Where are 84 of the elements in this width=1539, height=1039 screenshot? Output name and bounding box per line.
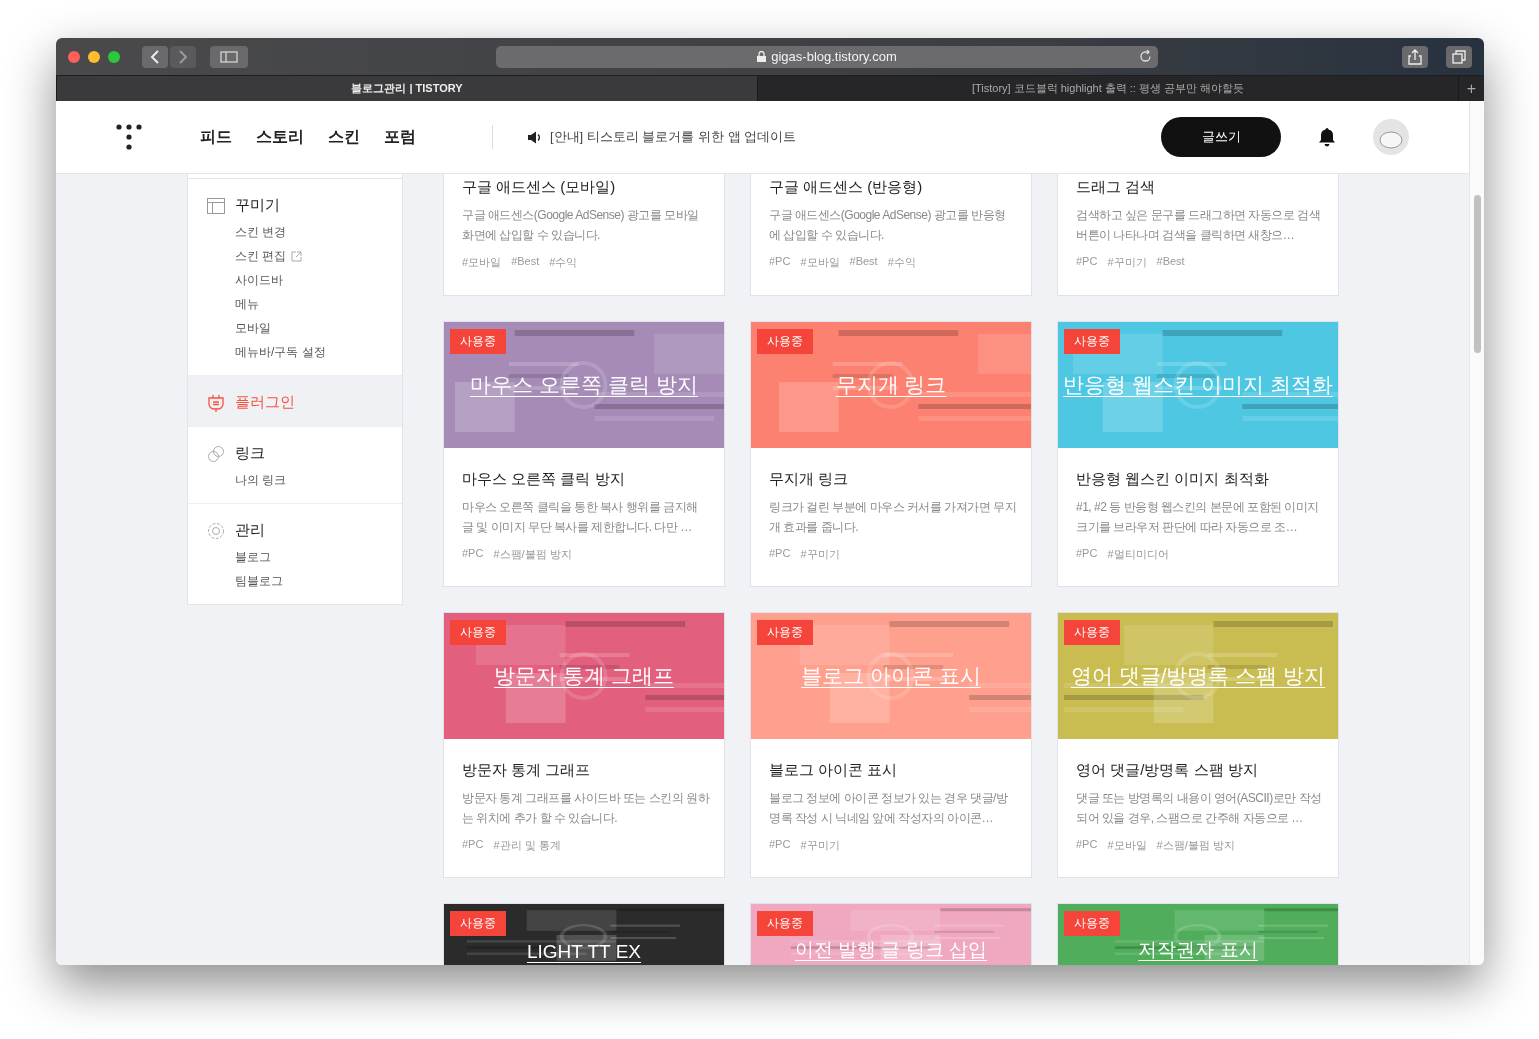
banner-title: 무지개 링크	[835, 372, 947, 398]
card-title: 드래그 검색	[1076, 178, 1157, 197]
in-use-badge: 사용중	[450, 329, 506, 354]
sidebar-item[interactable]: 나의 링크	[235, 472, 287, 489]
card-title: 구글 애드센스 (모바일)	[462, 178, 617, 197]
card-title: 영어 댓글/방명록 스팸 방지	[1076, 761, 1259, 780]
sidebar-item[interactable]: 메뉴	[235, 296, 259, 313]
banner-title: 영어 댓글/방명록 스팸 방지	[1070, 663, 1326, 689]
banner-title: 이전 발행 글 링크 삽입	[794, 938, 988, 962]
card-description: 블로그 정보에 아이콘 정보가 있는 경우 댓글/방명록 작성 시 닉네임 앞에 작성자의 아이콘…	[769, 790, 1009, 827]
card-description: 구글 애드센스(Google AdSense) 광고를 모바일 화면에 삽입할 수 있습니다.	[462, 207, 700, 244]
zoom-window-button[interactable]	[108, 50, 120, 63]
address-bar[interactable]: gigas-blog.tistory.com	[496, 45, 1158, 68]
card-description: 마우스 오른쪽 클릭을 통한 복사 행위를 금지해 글 및 이미지 무단 복사를 제한합니다. 다만 …	[462, 499, 699, 536]
card-description: 구글 애드센스(Google AdSense) 광고를 반응형에 삽입할 수 있습니다.	[769, 207, 1007, 244]
card-title: 방문자 통계 그래프	[462, 761, 592, 780]
write-button[interactable]: 글쓰기	[1161, 117, 1281, 157]
plugin-card[interactable]: 사용중 이전 발행 글 링크 삽입	[750, 903, 1032, 965]
sidebar-icon	[220, 50, 238, 63]
overlapping-squares-icon	[1452, 49, 1466, 64]
card-title: 무지개 링크	[769, 470, 850, 489]
nav-link[interactable]: 피드	[200, 126, 232, 148]
sidebar-item[interactable]: 블로그	[235, 549, 271, 566]
scrollbar-thumb[interactable]	[1474, 195, 1481, 353]
in-use-badge: 사용중	[450, 911, 506, 936]
card-title: 블로그 아이콘 표시	[769, 761, 899, 780]
new-tab-button[interactable]: +	[1458, 76, 1484, 101]
logo-icon[interactable]	[116, 124, 142, 150]
in-use-badge: 사용중	[757, 329, 813, 354]
minimize-window-button[interactable]	[88, 50, 100, 63]
in-use-badge: 사용중	[757, 620, 813, 645]
sidebar-toggle-button[interactable]	[210, 45, 248, 68]
in-use-badge: 사용중	[450, 620, 506, 645]
nav-link[interactable]: 포럼	[384, 126, 416, 148]
settings-icon	[207, 521, 225, 540]
card-description: 링크가 걸린 부분에 마우스 커서를 가져가면 무지개 효과를 줍니다.	[769, 499, 1017, 536]
plugin-card[interactable]: 사용중 LIGHT TT EX	[443, 903, 725, 965]
card-title: 구글 애드센스 (반응형)	[769, 178, 924, 197]
plug-icon	[207, 393, 225, 412]
notice-link[interactable]: [안내] 티스토리 블로거를 위한 앱 업데이트	[550, 128, 797, 146]
sidebar-item[interactable]: 사이드바	[235, 272, 283, 289]
banner-title: LIGHT TT EX	[526, 941, 641, 963]
sidebar-group-link[interactable]: 링크	[235, 444, 265, 463]
sidebar-item[interactable]: 팀블로그	[235, 573, 283, 590]
chevron-right-icon	[178, 49, 188, 64]
chevron-left-icon	[150, 49, 160, 64]
nav-link[interactable]: 스킨	[328, 126, 360, 148]
plugin-card[interactable]: 사용중 저작권자 표시	[1057, 903, 1339, 965]
sidebar-item[interactable]: 스킨 변경	[235, 224, 287, 241]
in-use-badge: 사용중	[1064, 620, 1120, 645]
notification-bell-icon[interactable]	[1318, 127, 1336, 147]
share-button[interactable]	[1402, 45, 1428, 68]
share-icon	[1408, 48, 1422, 65]
card-title: 반응형 웹스킨 이미지 최적화	[1076, 470, 1270, 489]
speaker-icon	[527, 130, 542, 144]
banner-title: 저작권자 표시	[1138, 938, 1258, 962]
reload-icon[interactable]	[1139, 49, 1152, 63]
tabs-overview-button[interactable]	[1446, 45, 1472, 68]
card-description: 댓글 또는 방명록의 내용이 영어(ASCII)로만 작성되어 있을 경우, 스팸으로 간주해 자동으로 …	[1076, 790, 1323, 827]
link-icon	[207, 444, 225, 463]
sidebar-item[interactable]: 모바일	[235, 320, 271, 337]
sidebar-group-link[interactable]: 관리	[235, 521, 265, 540]
banner-title: 반응형 웹스킨 이미지 최적화	[1063, 372, 1333, 398]
sidebar-item[interactable]: 스킨 편집	[235, 248, 287, 265]
browser-tab[interactable]: [Tistory] 코드블럭 highlight 출력 :: 평생 공부만 해야할듯	[757, 76, 1458, 101]
back-button[interactable]	[142, 45, 168, 68]
browser-tab[interactable]: 블로그관리 | TISTORY	[56, 76, 757, 101]
forward-button[interactable]	[170, 45, 196, 68]
card-description: 방문자 통계 그래프를 사이드바 또는 스킨의 원하는 위치에 추가 할 수 있습니다.	[462, 790, 710, 827]
in-use-badge: 사용중	[757, 911, 813, 936]
banner-title: 방문자 통계 그래프	[494, 663, 674, 689]
nav-link[interactable]: 스토리	[256, 126, 304, 148]
banner-title: 블로그 아이콘 표시	[801, 663, 981, 689]
card-title: 마우스 오른쪽 클릭 방지	[462, 470, 626, 489]
in-use-badge: 사용중	[1064, 329, 1120, 354]
banner-title: 마우스 오른쪽 클릭 방지	[470, 372, 698, 398]
in-use-badge: 사용중	[1064, 911, 1120, 936]
layout-icon	[207, 197, 225, 214]
card-description: #1, #2 등 반응형 웹스킨의 본문에 포함된 이미지 크기를 브라우저 판단에 따라 자동으로 조…	[1076, 499, 1320, 536]
sidebar-group-link[interactable]: 꾸미기	[235, 196, 280, 215]
close-window-button[interactable]	[68, 50, 80, 63]
lock-icon	[757, 51, 767, 62]
card-description: 검색하고 싶은 문구를 드래그하면 자동으로 검색 버튼이 나타나며 검색을 클릭하면 새창으…	[1076, 207, 1322, 244]
sidebar-item[interactable]: 메뉴바/구독 설정	[235, 344, 326, 361]
